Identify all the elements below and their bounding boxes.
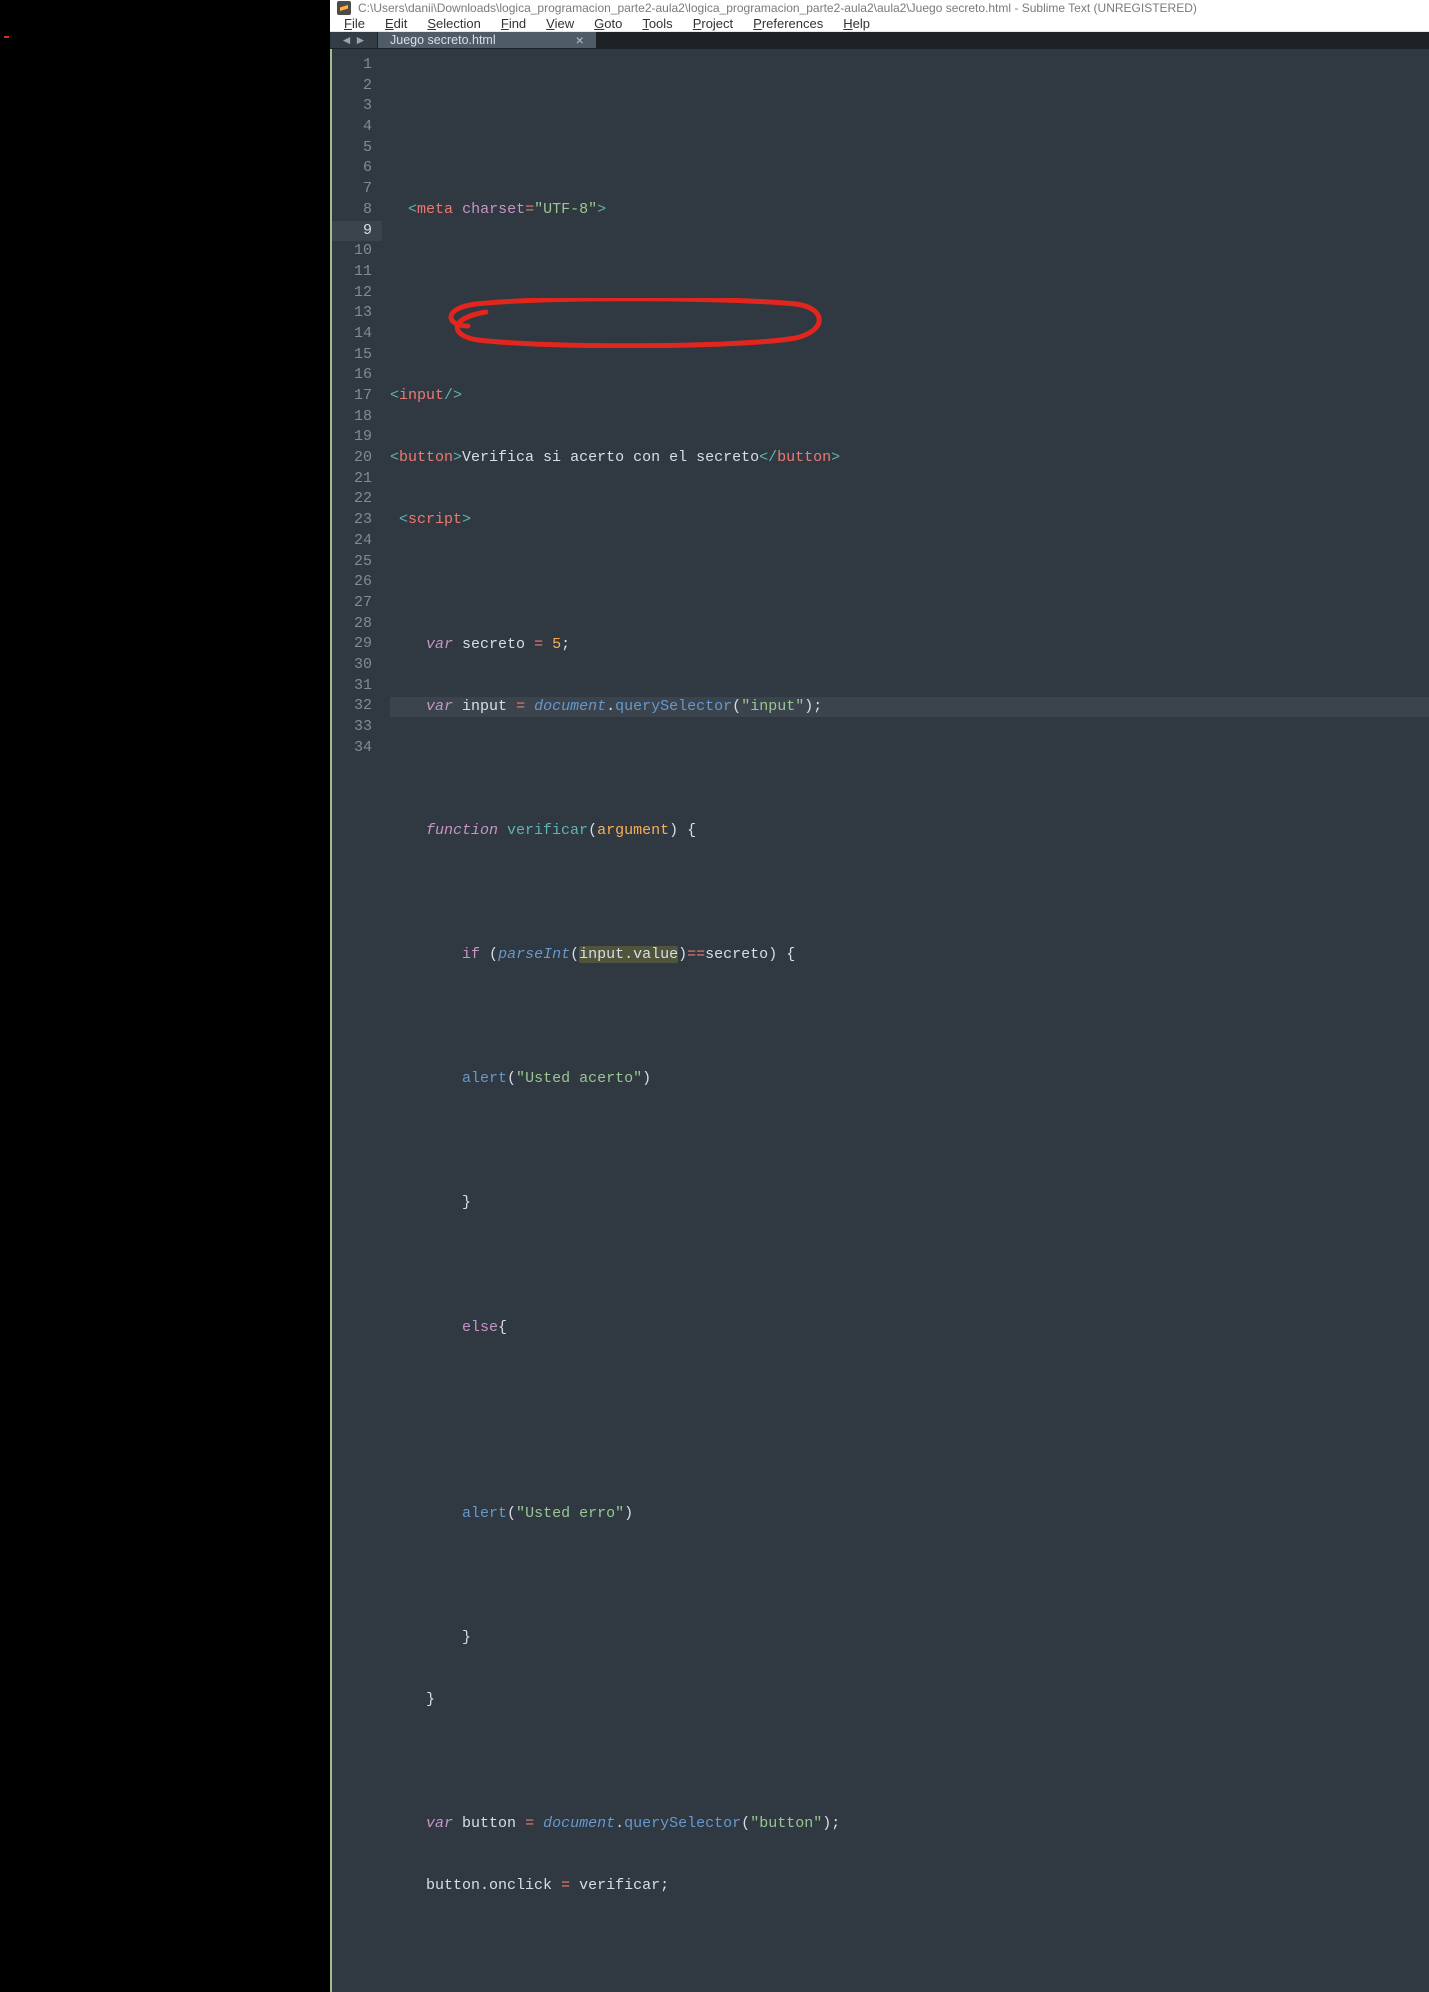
tab-history-nav[interactable]: ◄ ► bbox=[330, 32, 378, 48]
code-line[interactable]: <button>Verifica si acerto con el secret… bbox=[390, 448, 1429, 469]
code-line[interactable]: <meta charset="UTF-8"> bbox=[390, 200, 1429, 221]
code-line[interactable]: if (parseInt(input.value)==secreto) { bbox=[390, 945, 1429, 966]
code-line[interactable]: else{ bbox=[390, 1318, 1429, 1339]
code-line[interactable] bbox=[390, 1256, 1429, 1277]
code-area[interactable]: <meta charset="UTF-8"> <input/> <button>… bbox=[382, 49, 1429, 1992]
sublime-text-icon bbox=[336, 0, 352, 16]
line-number[interactable]: 29 bbox=[332, 634, 372, 655]
tab-label: Juego secreto.html bbox=[390, 33, 496, 47]
line-number[interactable]: 34 bbox=[332, 738, 372, 759]
code-line[interactable]: var button = document.querySelector("but… bbox=[390, 1814, 1429, 1835]
line-number[interactable]: 31 bbox=[332, 676, 372, 697]
line-number[interactable]: 15 bbox=[332, 345, 372, 366]
code-line[interactable]: } bbox=[390, 1193, 1429, 1214]
close-icon[interactable]: × bbox=[576, 32, 584, 48]
code-line[interactable]: <input/> bbox=[390, 386, 1429, 407]
menu-edit[interactable]: Edit bbox=[375, 16, 417, 31]
sublime-text-window: C:\Users\danii\Downloads\logica_programa… bbox=[330, 0, 1429, 996]
line-number[interactable]: 23 bbox=[332, 510, 372, 531]
code-line[interactable]: var secreto = 5; bbox=[390, 635, 1429, 656]
code-line[interactable]: button.onclick = verificar; bbox=[390, 1876, 1429, 1897]
line-number[interactable]: 4 bbox=[332, 117, 372, 138]
code-line[interactable] bbox=[390, 1442, 1429, 1463]
menu-tools[interactable]: Tools bbox=[632, 16, 682, 31]
line-number[interactable]: 19 bbox=[332, 427, 372, 448]
menu-view[interactable]: View bbox=[536, 16, 584, 31]
menu-find[interactable]: Find bbox=[491, 16, 536, 31]
menu-selection[interactable]: Selection bbox=[417, 16, 490, 31]
titlebar: C:\Users\danii\Downloads\logica_programa… bbox=[330, 0, 1429, 16]
menu-help[interactable]: Help bbox=[833, 16, 880, 31]
line-number[interactable]: 24 bbox=[332, 531, 372, 552]
menu-preferences[interactable]: Preferences bbox=[743, 16, 833, 31]
code-line[interactable]: } bbox=[390, 1690, 1429, 1711]
nav-prev-icon[interactable]: ◄ bbox=[341, 33, 353, 47]
line-number[interactable]: 27 bbox=[332, 593, 372, 614]
line-number[interactable]: 11 bbox=[332, 262, 372, 283]
nav-next-icon[interactable]: ► bbox=[355, 33, 367, 47]
code-line[interactable]: var input = document.querySelector("inpu… bbox=[390, 697, 1429, 718]
line-number[interactable]: 12 bbox=[332, 283, 372, 304]
line-number[interactable]: 16 bbox=[332, 365, 372, 386]
line-number[interactable]: 21 bbox=[332, 469, 372, 490]
menubar: File Edit Selection Find View Goto Tools… bbox=[330, 16, 1429, 32]
code-line[interactable]: function verificar(argument) { bbox=[390, 821, 1429, 842]
gutter-strip: 1234567891011121314151617181920212223242… bbox=[330, 49, 382, 1992]
code-line[interactable] bbox=[390, 1939, 1429, 1960]
line-number-gutter: 1234567891011121314151617181920212223242… bbox=[332, 49, 382, 1992]
code-line[interactable] bbox=[390, 1380, 1429, 1401]
line-number[interactable]: 25 bbox=[332, 552, 372, 573]
code-line[interactable] bbox=[390, 1007, 1429, 1028]
tabstrip: ◄ ► Juego secreto.html × bbox=[330, 32, 1429, 49]
line-number[interactable]: 14 bbox=[332, 324, 372, 345]
line-number[interactable]: 18 bbox=[332, 407, 372, 428]
code-line[interactable] bbox=[390, 1566, 1429, 1587]
code-line[interactable]: <script> bbox=[390, 510, 1429, 531]
code-line[interactable] bbox=[390, 883, 1429, 904]
line-number[interactable]: 33 bbox=[332, 717, 372, 738]
line-number[interactable]: 6 bbox=[332, 158, 372, 179]
line-number[interactable]: 26 bbox=[332, 572, 372, 593]
code-line[interactable]: alert("Usted erro") bbox=[390, 1504, 1429, 1525]
line-number[interactable]: 7 bbox=[332, 179, 372, 200]
line-number[interactable]: 22 bbox=[332, 489, 372, 510]
window-title: C:\Users\danii\Downloads\logica_programa… bbox=[358, 1, 1197, 15]
code-line[interactable]: } bbox=[390, 1628, 1429, 1649]
line-number[interactable]: 5 bbox=[332, 138, 372, 159]
line-number[interactable]: 20 bbox=[332, 448, 372, 469]
line-number[interactable]: 13 bbox=[332, 303, 372, 324]
editor[interactable]: 1234567891011121314151617181920212223242… bbox=[330, 49, 1429, 1992]
line-number[interactable]: 9 bbox=[332, 221, 382, 242]
tab-juego-secreto[interactable]: Juego secreto.html × bbox=[378, 32, 597, 48]
line-number[interactable]: 28 bbox=[332, 614, 372, 635]
line-number[interactable]: 30 bbox=[332, 655, 372, 676]
menu-project[interactable]: Project bbox=[683, 16, 743, 31]
menu-goto[interactable]: Goto bbox=[584, 16, 632, 31]
stray-pixel bbox=[4, 36, 9, 38]
code-line[interactable] bbox=[390, 572, 1429, 593]
line-number[interactable]: 10 bbox=[332, 241, 372, 262]
code-line[interactable] bbox=[390, 1752, 1429, 1773]
code-line[interactable] bbox=[390, 324, 1429, 345]
line-number[interactable]: 1 bbox=[332, 55, 372, 76]
line-number[interactable]: 3 bbox=[332, 96, 372, 117]
code-line[interactable] bbox=[390, 262, 1429, 283]
code-line[interactable] bbox=[390, 1131, 1429, 1152]
menu-file[interactable]: File bbox=[334, 16, 375, 31]
line-number[interactable]: 17 bbox=[332, 386, 372, 407]
line-number[interactable]: 32 bbox=[332, 696, 372, 717]
code-line[interactable]: alert("Usted acerto") bbox=[390, 1069, 1429, 1090]
line-number[interactable]: 2 bbox=[332, 76, 372, 97]
code-line[interactable] bbox=[390, 759, 1429, 780]
line-number[interactable]: 8 bbox=[332, 200, 372, 221]
